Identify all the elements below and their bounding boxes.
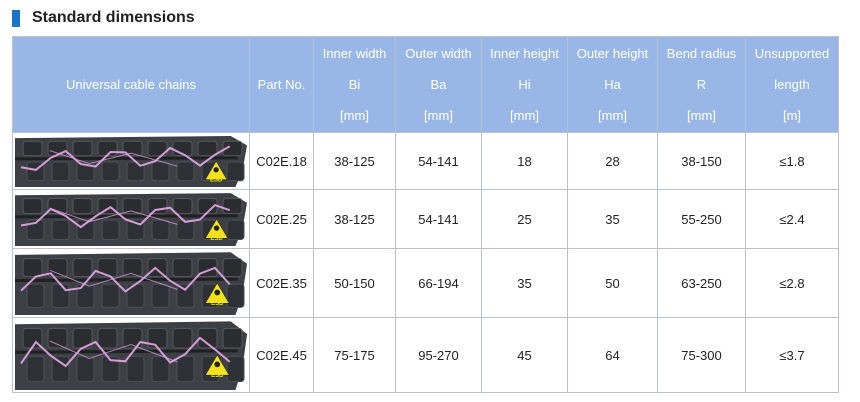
cable-chain-image: ESD	[15, 192, 247, 246]
header-part-no: Part No.	[249, 36, 314, 133]
header-inner-width: Inner width Bi [mm]	[313, 36, 396, 133]
bend-radius-cell: 38-150	[657, 132, 746, 190]
svg-text:ESD: ESD	[210, 177, 223, 183]
cable-chain-image: ESD	[15, 251, 247, 315]
chain-image-cell: ESD	[12, 317, 250, 393]
svg-text:ESD: ESD	[210, 236, 223, 242]
dimensions-table: Universal cable chains Part No. Inner wi…	[12, 36, 839, 393]
chain-image-cell: ESD	[12, 132, 250, 190]
table-row: ESD C02E.45 75-175 95-270 45 64 75-300 ≤…	[12, 317, 839, 393]
outer-width-cell: 95-270	[395, 317, 482, 393]
part-no-cell: C02E.18	[249, 132, 314, 190]
outer-height-cell: 28	[567, 132, 658, 190]
bend-radius-cell: 55-250	[657, 189, 746, 249]
bend-radius-cell: 75-300	[657, 317, 746, 393]
inner-width-cell: 75-175	[313, 317, 396, 393]
unsupported-length-cell: ≤2.8	[745, 248, 839, 318]
svg-text:ESD: ESD	[211, 301, 224, 307]
inner-width-cell: 50-150	[313, 248, 396, 318]
outer-width-cell: 54-141	[395, 132, 482, 190]
part-no-cell: C02E.45	[249, 317, 314, 393]
outer-height-cell: 35	[567, 189, 658, 249]
header-universal-cable-chains: Universal cable chains	[12, 36, 250, 133]
header-unsupported-length: Unsupported length [m]	[745, 36, 839, 133]
heading-accent-bar	[12, 9, 20, 27]
cable-chain-image: ESD	[15, 135, 247, 187]
inner-height-cell: 35	[481, 248, 568, 318]
inner-height-cell: 45	[481, 317, 568, 393]
table-row: ESD C02E.25 38-125 54-141 25 35 55-250 ≤…	[12, 189, 839, 249]
part-no-cell: C02E.25	[249, 189, 314, 249]
outer-width-cell: 54-141	[395, 189, 482, 249]
inner-width-cell: 38-125	[313, 132, 396, 190]
unsupported-length-cell: ≤3.7	[745, 317, 839, 393]
section-title: Standard dimensions	[32, 9, 195, 26]
part-no-cell: C02E.35	[249, 248, 314, 318]
outer-height-cell: 64	[567, 317, 658, 393]
header-bend-radius: Bend radius R [mm]	[657, 36, 746, 133]
inner-width-cell: 38-125	[313, 189, 396, 249]
inner-height-cell: 25	[481, 189, 568, 249]
outer-height-cell: 50	[567, 248, 658, 318]
chain-image-cell: ESD	[12, 248, 250, 318]
bend-radius-cell: 63-250	[657, 248, 746, 318]
unsupported-length-cell: ≤1.8	[745, 132, 839, 190]
table-header-row: Universal cable chains Part No. Inner wi…	[12, 36, 839, 133]
table-row: ESD C02E.35 50-150 66-194 35 50 63-250 ≤…	[12, 248, 839, 318]
chain-image-cell: ESD	[12, 189, 250, 249]
svg-text:ESD: ESD	[211, 373, 224, 379]
header-inner-height: Inner height Hi [mm]	[481, 36, 568, 133]
inner-height-cell: 18	[481, 132, 568, 190]
cable-chain-image: ESD	[15, 320, 247, 390]
header-outer-height: Outer height Ha [mm]	[567, 36, 658, 133]
table-row: ESD C02E.18 38-125 54-141 18 28 38-150 ≤…	[12, 132, 839, 190]
header-outer-width: Outer width Ba [mm]	[395, 36, 482, 133]
section-heading: Standard dimensions	[12, 8, 195, 28]
outer-width-cell: 66-194	[395, 248, 482, 318]
unsupported-length-cell: ≤2.4	[745, 189, 839, 249]
